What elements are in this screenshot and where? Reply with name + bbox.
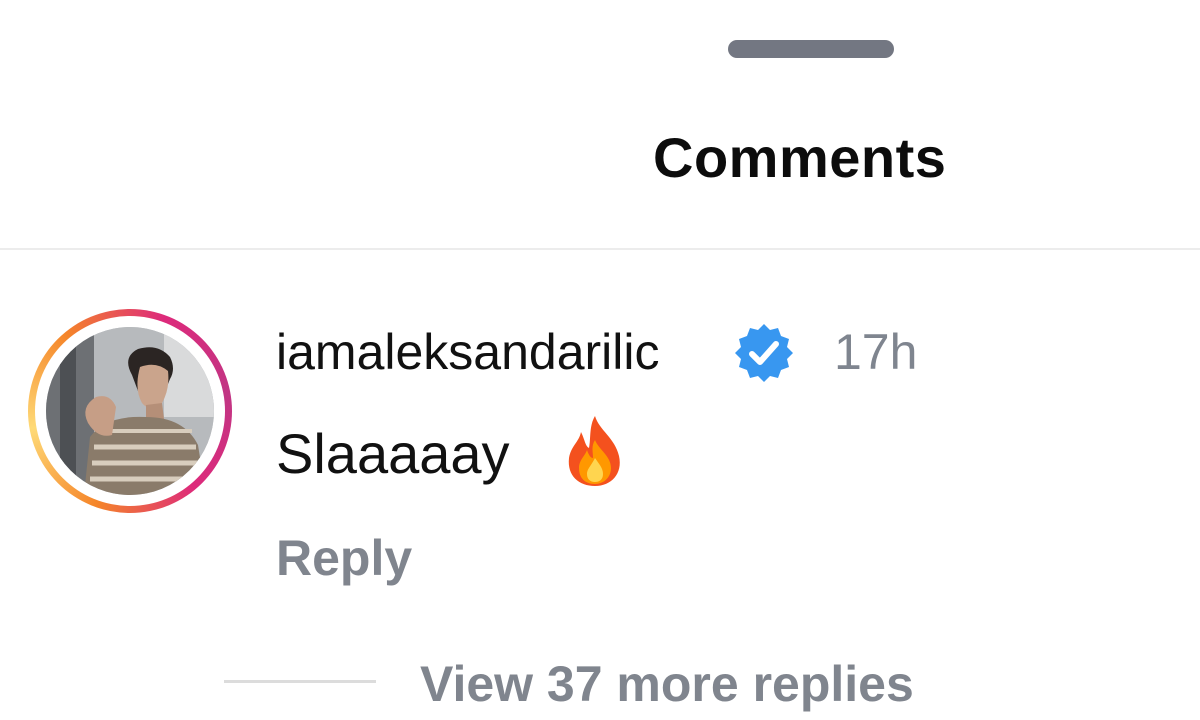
sheet-title: Comments: [653, 126, 947, 189]
story-ring[interactable]: [28, 309, 232, 513]
reply-button[interactable]: Reply: [276, 526, 412, 590]
comment-text: Slaaaaay: [276, 422, 510, 485]
comment-username[interactable]: iamaleksandarilic: [276, 320, 660, 384]
header-divider: [0, 248, 1200, 250]
comments-sheet: Comments iamaleksandarilic 17h Slaaaaay …: [0, 0, 1200, 720]
avatar-ring-gap: [35, 316, 225, 506]
verified-badge-icon: [735, 324, 793, 382]
drag-handle[interactable]: [728, 40, 894, 58]
replies-divider-line: [224, 680, 376, 683]
avatar-photo: [46, 327, 214, 495]
avatar[interactable]: [46, 327, 214, 495]
view-more-replies-button[interactable]: View 37 more replies: [420, 652, 914, 716]
fire-icon: [568, 416, 620, 486]
comment-timestamp: 17h: [834, 324, 918, 380]
